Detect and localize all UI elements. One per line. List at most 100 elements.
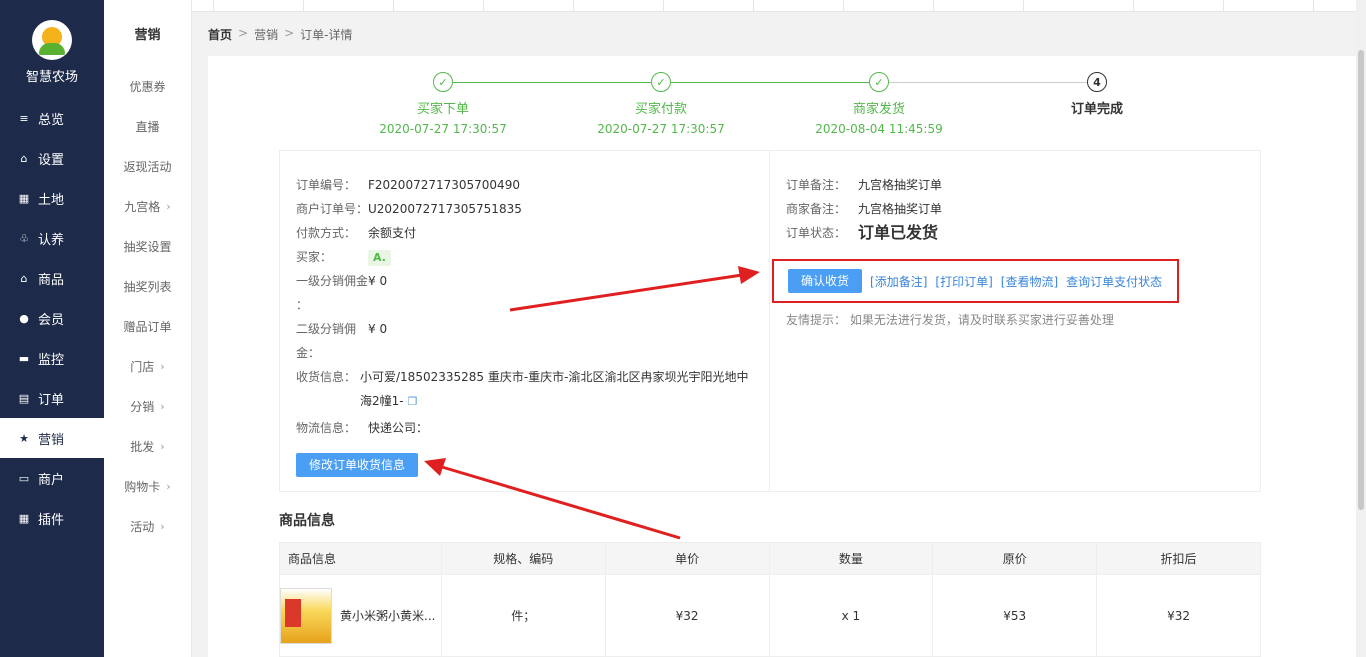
subnav-item-1[interactable]: 直播 — [104, 106, 191, 146]
product-thumbnail[interactable] — [280, 587, 332, 644]
sidebar-item-label: 会员 — [38, 312, 65, 328]
qty-cell: x 1 — [768, 574, 934, 657]
logo-area: 智慧农场 — [0, 0, 104, 98]
breadcrumb-section[interactable]: 营销 — [254, 26, 278, 43]
order-progress-steps: ✓ 买家下单 2020-07-27 17:30:57 ✓ 买家付款 2020-0… — [208, 72, 1360, 142]
col-header: 折扣后 — [1096, 542, 1261, 575]
address-label: 收货信息： — [296, 370, 357, 384]
subnav-item-label: 抽奖设置 — [123, 239, 172, 254]
step-time: 2020-07-27 17:30:57 — [597, 122, 725, 136]
col-header: 商品信息 — [279, 542, 442, 575]
order-info-box: 订单编号： F2020072717305700490 商户订单号： U2020072… — [279, 150, 1261, 492]
chevron-right-icon: › — [160, 439, 165, 453]
sidebar-item-label: 认养 — [38, 232, 65, 248]
camera-icon: ▬ — [18, 351, 30, 365]
bag-icon: ⌂ — [20, 151, 28, 165]
subnav-item-8[interactable]: 分销 › — [104, 386, 191, 426]
sidebar-item-4[interactable]: ⌂ 商品 — [0, 258, 104, 298]
copy-icon[interactable]: ❐ — [408, 395, 418, 408]
subnav-item-4[interactable]: 抽奖设置 — [104, 226, 191, 266]
chevron-right-icon: › — [160, 359, 165, 373]
commission1-colon: ： — [296, 298, 309, 312]
edit-shipping-info-button[interactable]: 修改订单收货信息 — [296, 453, 419, 477]
sidebar-item-6[interactable]: ▬ 监控 — [0, 338, 104, 378]
breadcrumb: 首页 > 营销 > 订单-详情 — [208, 26, 353, 43]
step-number: 4 — [1087, 72, 1107, 92]
subnav-item-label: 抽奖列表 — [123, 279, 172, 294]
breadcrumb-current: 订单-详情 — [300, 28, 353, 42]
subnav-item-6[interactable]: 赠品订单 — [104, 306, 191, 346]
sidebar-item-label: 总览 — [38, 112, 65, 128]
step-shipped: ✓ 商家发货 2020-08-04 11:45:59 — [779, 72, 979, 136]
check-icon: ✓ — [869, 72, 889, 92]
sidebar-item-5[interactable]: ● 会员 — [0, 298, 104, 338]
sidebar-item-0[interactable]: ≡ 总览 — [0, 98, 104, 138]
logistics-label: 物流信息： — [296, 421, 357, 435]
buyer-badge[interactable]: A. — [368, 250, 391, 266]
subnav-item-10[interactable]: 购物卡 › — [104, 466, 191, 506]
order-detail-panel: ✓ 买家下单 2020-07-27 17:30:57 ✓ 买家付款 2020-0… — [208, 56, 1360, 657]
step-paid: ✓ 买家付款 2020-07-27 17:30:57 — [561, 72, 761, 136]
store-icon: ▭ — [18, 471, 30, 485]
check-icon: ✓ — [651, 72, 671, 92]
subnav-item-label: 购物卡 — [124, 479, 161, 494]
discount-price-cell: ¥32 — [1096, 574, 1261, 657]
order-info-right: 订单备注： 九宫格抽奖订单 商家备注： 九宫格抽奖订单 订单状态： 订单已发货 确认收… — [770, 151, 1260, 491]
commission2-label: 二级分销佣 — [296, 322, 357, 336]
subnav-item-label: 分销 — [130, 399, 155, 414]
table-header-row: 商品信息 规格、编码 单价 数量 原价 折扣后 — [279, 542, 1261, 575]
merchant-no-label: 商户订单号： — [296, 202, 369, 216]
sidebar-item-label: 插件 — [38, 512, 65, 528]
goods-table: 商品信息 规格、编码 单价 数量 原价 折扣后 黄小米粥小黄米... 件； ¥3… — [279, 542, 1261, 657]
friendly-tip: 友情提示： 如果无法进行发货，请及时联系买家进行妥善处理 — [786, 313, 1114, 327]
col-header: 原价 — [932, 542, 1098, 575]
breadcrumb-home[interactable]: 首页 — [208, 26, 232, 43]
confirm-receipt-button[interactable]: 确认收货 — [788, 269, 863, 293]
table-row: 黄小米粥小黄米... 件； ¥32 x 1 ¥53 ¥32 — [279, 574, 1261, 657]
merchant-remark-value: 九宫格抽奖订单 — [858, 202, 943, 216]
breadcrumb-sep: > — [238, 26, 249, 40]
subnav-item-3[interactable]: 九宫格 › — [104, 186, 191, 226]
star-icon: ★ — [19, 431, 29, 445]
sidebar-item-7[interactable]: ▤ 订单 — [0, 378, 104, 418]
orig-price-cell: ¥53 — [932, 574, 1098, 657]
subnav-item-label: 门店 — [130, 359, 155, 374]
pay-method: 余额支付 — [368, 226, 417, 240]
print-order-link[interactable]: [打印订单] — [935, 273, 992, 290]
subnav-item-2[interactable]: 返现活动 — [104, 146, 191, 186]
view-logistics-link[interactable]: [查看物流] — [1001, 273, 1058, 290]
step-completed: 4 订单完成 — [997, 72, 1197, 117]
subnav-item-5[interactable]: 抽奖列表 — [104, 266, 191, 306]
product-cell[interactable]: 黄小米粥小黄米... — [280, 587, 441, 644]
subnav-item-0[interactable]: 优惠券 — [104, 66, 191, 106]
page-scrollbar[interactable] — [1356, 0, 1366, 657]
app-name: 智慧农场 — [25, 69, 78, 85]
sidebar-item-3[interactable]: ♧ 认养 — [0, 218, 104, 258]
subnav-item-9[interactable]: 批发 › — [104, 426, 191, 466]
sidebar-item-label: 订单 — [38, 392, 65, 408]
farm-logo — [32, 19, 72, 60]
add-remark-link[interactable]: [添加备注] — [870, 273, 927, 290]
doc-icon: ▤ — [18, 391, 30, 405]
sidebar-item-2[interactable]: ▦ 土地 — [0, 178, 104, 218]
user-icon: ● — [19, 311, 29, 325]
sidebar-item-label: 土地 — [38, 192, 65, 208]
product-name[interactable]: 黄小米粥小黄米... — [340, 607, 435, 624]
query-payment-status-link[interactable]: 查询订单支付状态 — [1066, 273, 1162, 290]
price-cell: ¥32 — [604, 574, 770, 657]
merchant-remark-label: 商家备注： — [786, 202, 847, 216]
subnav-item-label: 活动 — [130, 519, 155, 534]
sidebar-item-label: 营销 — [38, 432, 65, 448]
step-time: 2020-07-27 17:30:57 — [379, 122, 507, 136]
subnav-item-7[interactable]: 门店 › — [104, 346, 191, 386]
commission1-label: 一级分销佣金 — [296, 274, 369, 288]
goods-section-title: 商品信息 — [279, 513, 335, 529]
sidebar-item-8[interactable]: ★ 营销 — [0, 418, 104, 458]
sidebar-item-1[interactable]: ⌂ 设置 — [0, 138, 104, 178]
order-no-label: 订单编号： — [296, 178, 357, 192]
scrollbar-thumb[interactable] — [1358, 50, 1364, 510]
subnav-item-11[interactable]: 活动 › — [104, 506, 191, 546]
chevron-right-icon: › — [160, 399, 165, 413]
sidebar-item-10[interactable]: ▦ 插件 — [0, 498, 104, 538]
sidebar-item-9[interactable]: ▭ 商户 — [0, 458, 104, 498]
